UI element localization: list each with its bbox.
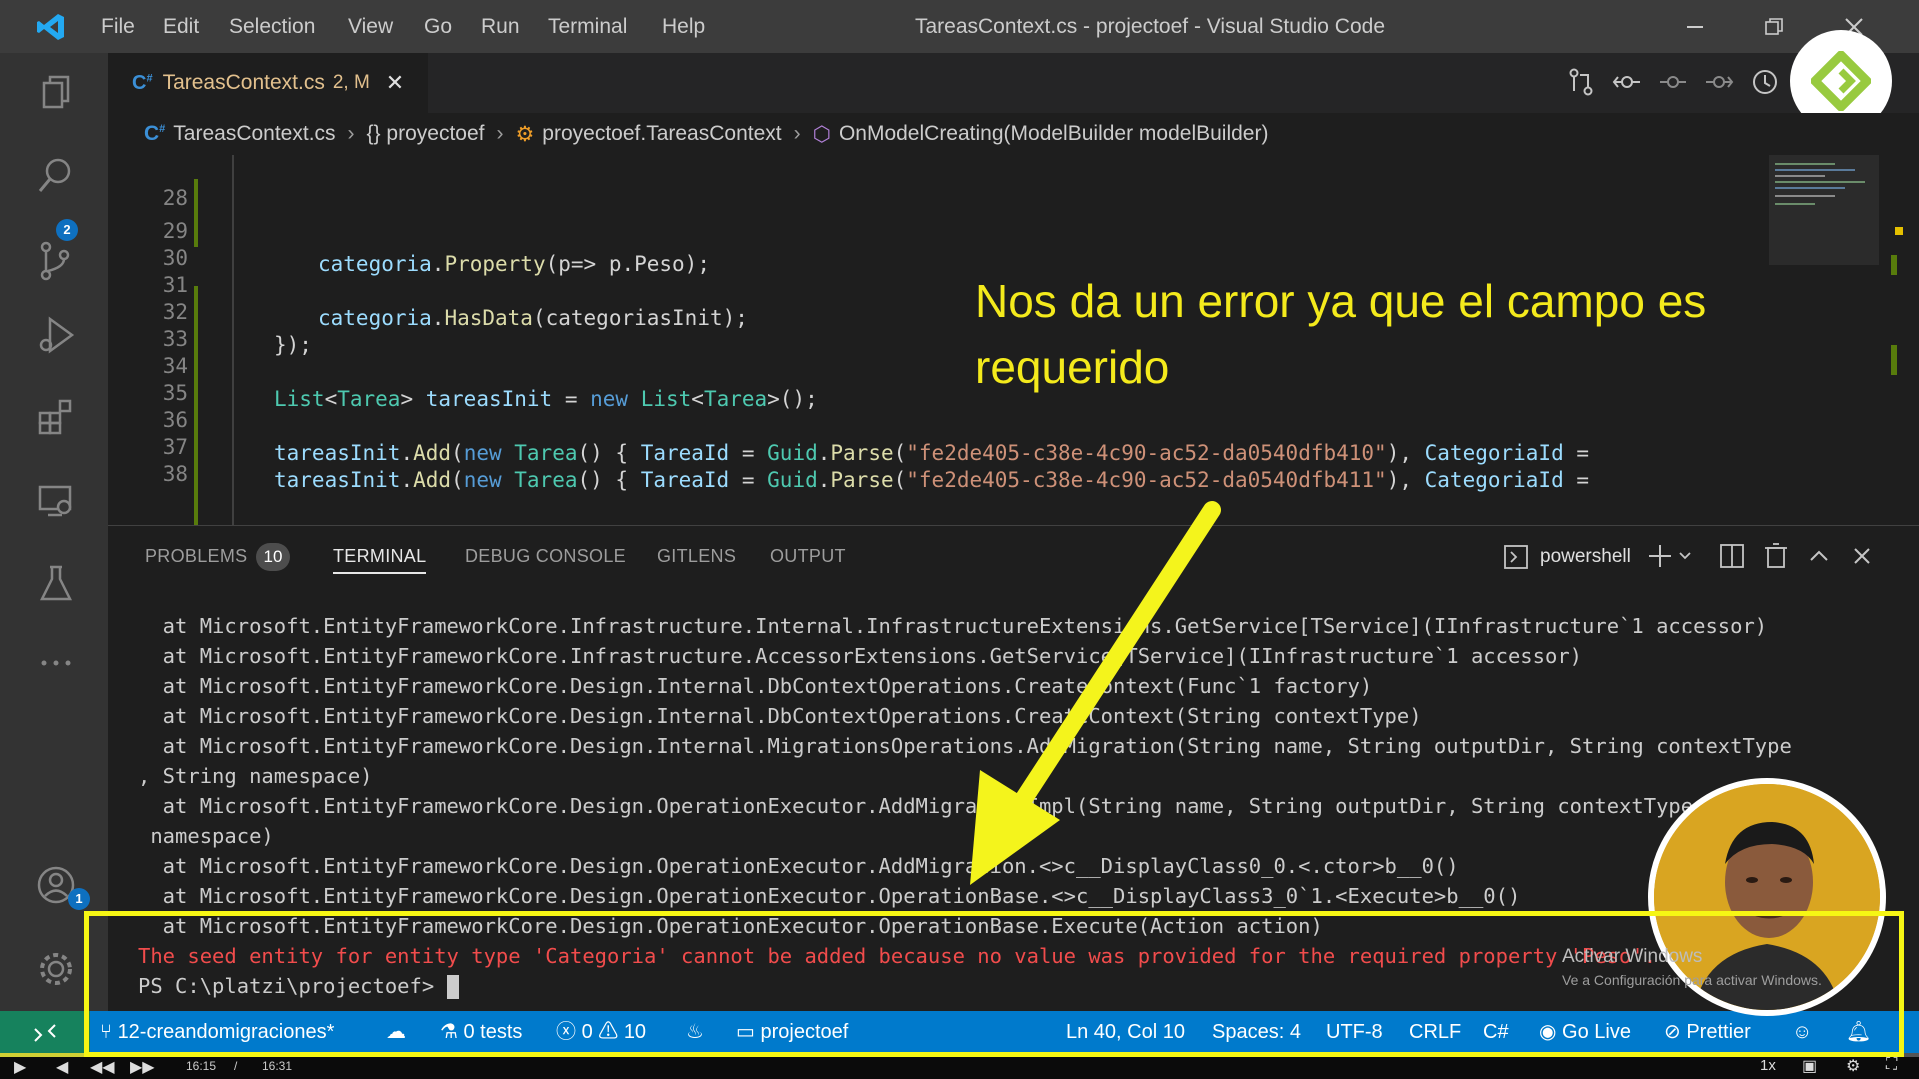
time-total: 16:31	[262, 1059, 293, 1073]
chevron-up-icon	[1810, 550, 1828, 561]
testing-icon[interactable]	[36, 563, 76, 603]
menu-edit[interactable]: Edit	[163, 0, 199, 53]
tab-close-icon[interactable]: ✕	[386, 70, 404, 96]
annotation-line-1: Nos da un error ya que el campo es	[975, 275, 1707, 327]
tab-terminal[interactable]: TERMINAL	[333, 526, 427, 586]
overview-ruler-marker	[1891, 345, 1897, 375]
breadcrumb-method[interactable]: OnModelCreating(ModelBuilder modelBuilde…	[839, 122, 1269, 146]
extensions-icon[interactable]	[36, 397, 76, 437]
activity-bar: 2 1	[0, 53, 108, 1011]
time-separator: /	[234, 1059, 238, 1073]
open-changes-icon[interactable]	[1566, 67, 1596, 97]
run-debug-icon[interactable]	[36, 315, 76, 355]
overview-ruler-marker	[1895, 227, 1903, 235]
forward-icon[interactable]: ▶▶	[130, 1057, 155, 1077]
line-number: 38	[162, 462, 188, 486]
minimize-icon	[1687, 25, 1703, 28]
split-terminal-button[interactable]	[1718, 542, 1746, 575]
split-icon	[1720, 544, 1744, 568]
breadcrumb-class[interactable]: proyectoef.TareasContext	[542, 122, 781, 146]
tab-debug-console[interactable]: DEBUG CONSOLE	[465, 526, 626, 586]
playback-speed[interactable]: 1x	[1760, 1057, 1776, 1074]
chevron-right-icon: ›	[347, 122, 355, 145]
new-terminal-button[interactable]	[1648, 542, 1698, 575]
source-control-badge: 2	[56, 219, 78, 241]
git-compare-icon[interactable]	[1612, 67, 1642, 97]
close-icon	[1854, 548, 1870, 564]
accounts-badge: 1	[68, 888, 90, 910]
timeline-icon[interactable]	[1750, 67, 1780, 97]
menu-terminal[interactable]: Terminal	[548, 0, 627, 53]
class-icon: ⚙	[515, 122, 535, 146]
method-icon: ⬡	[812, 122, 831, 146]
restore-button[interactable]	[1744, 0, 1804, 53]
more-icon[interactable]	[36, 643, 76, 683]
kill-terminal-button[interactable]	[1762, 542, 1790, 575]
manage-gear-icon[interactable]	[36, 949, 76, 989]
menu-go[interactable]: Go	[424, 0, 452, 53]
git-commit-prev-icon[interactable]	[1658, 67, 1688, 97]
chevron-right-icon: ›	[496, 122, 504, 145]
remote-indicator[interactable]	[0, 1011, 90, 1053]
code-line-38: 38	[108, 425, 1919, 486]
menu-help[interactable]: Help	[662, 0, 705, 53]
minimize-button[interactable]	[1665, 0, 1725, 53]
minimap-slider[interactable]	[1769, 155, 1879, 265]
vscode-logo-icon	[36, 12, 66, 42]
breadcrumb-file[interactable]: TareasContext.cs	[173, 122, 335, 146]
source-control-icon[interactable]	[36, 241, 76, 281]
annotation-text: Nos da un error ya que el campo es reque…	[975, 268, 1875, 400]
tab-gitlens[interactable]: GITLENS	[657, 526, 736, 586]
tab-label: TareasContext.cs	[162, 71, 325, 94]
shell-name: powershell	[1540, 546, 1631, 567]
window-title: TareasContext.cs - projectoef - Visual S…	[914, 15, 1386, 38]
explorer-icon[interactable]	[36, 73, 76, 113]
time-current: 16:15	[186, 1059, 217, 1073]
overview-ruler-marker	[1891, 255, 1897, 275]
chevron-right-icon: ›	[793, 122, 801, 145]
tab-status: 2, M	[332, 72, 370, 93]
csharp-file-icon: C#	[132, 71, 153, 94]
trash-icon	[1765, 543, 1787, 568]
terminal-icon	[1504, 545, 1528, 569]
annotation-line-2: requerido	[975, 341, 1170, 393]
git-commit-next-icon[interactable]	[1704, 67, 1734, 97]
remote-icon	[34, 1024, 56, 1042]
editor-tab-bar: C# TareasContext.cs 2, M ✕	[108, 53, 1919, 113]
menu-run[interactable]: Run	[481, 0, 520, 53]
menu-selection[interactable]: Selection	[229, 0, 315, 53]
fullscreen-icon[interactable]: ⛶	[1886, 1056, 1897, 1074]
annotation-arrow	[970, 501, 1221, 885]
pip-icon[interactable]: ▣	[1802, 1056, 1817, 1076]
tab-output[interactable]: OUTPUT	[770, 526, 846, 586]
terminal-shell-selector[interactable]: powershell	[1504, 542, 1631, 572]
breadcrumb-namespace[interactable]: {} proyectoef	[367, 122, 485, 146]
problems-count-badge: 10	[256, 543, 290, 571]
play-icon[interactable]: ▶	[14, 1057, 26, 1077]
settings-icon[interactable]: ⚙	[1846, 1056, 1860, 1076]
menu-view[interactable]: View	[348, 0, 393, 53]
plus-icon	[1649, 545, 1691, 567]
menu-file[interactable]: File	[101, 0, 135, 53]
title-bar: File Edit Selection View Go Run Terminal…	[0, 0, 1919, 53]
code-line-28: 28	[108, 155, 1919, 210]
highlight-box	[84, 911, 1904, 1057]
remote-explorer-icon[interactable]	[36, 481, 76, 521]
rewind-icon[interactable]: ◀◀	[90, 1057, 115, 1077]
csharp-file-icon: C#	[144, 122, 166, 145]
search-icon[interactable]	[36, 155, 76, 195]
close-panel-button[interactable]	[1848, 542, 1876, 575]
maximize-panel-button[interactable]	[1805, 542, 1833, 575]
restore-icon	[1765, 17, 1783, 35]
tab-problems[interactable]: PROBLEMS	[145, 526, 247, 586]
tab-tareascontext[interactable]: C# TareasContext.cs 2, M ✕	[108, 53, 428, 113]
volume-icon[interactable]: ◀	[56, 1057, 68, 1077]
breadcrumb: C# TareasContext.cs › {} proyectoef › ⚙ …	[108, 113, 1919, 155]
